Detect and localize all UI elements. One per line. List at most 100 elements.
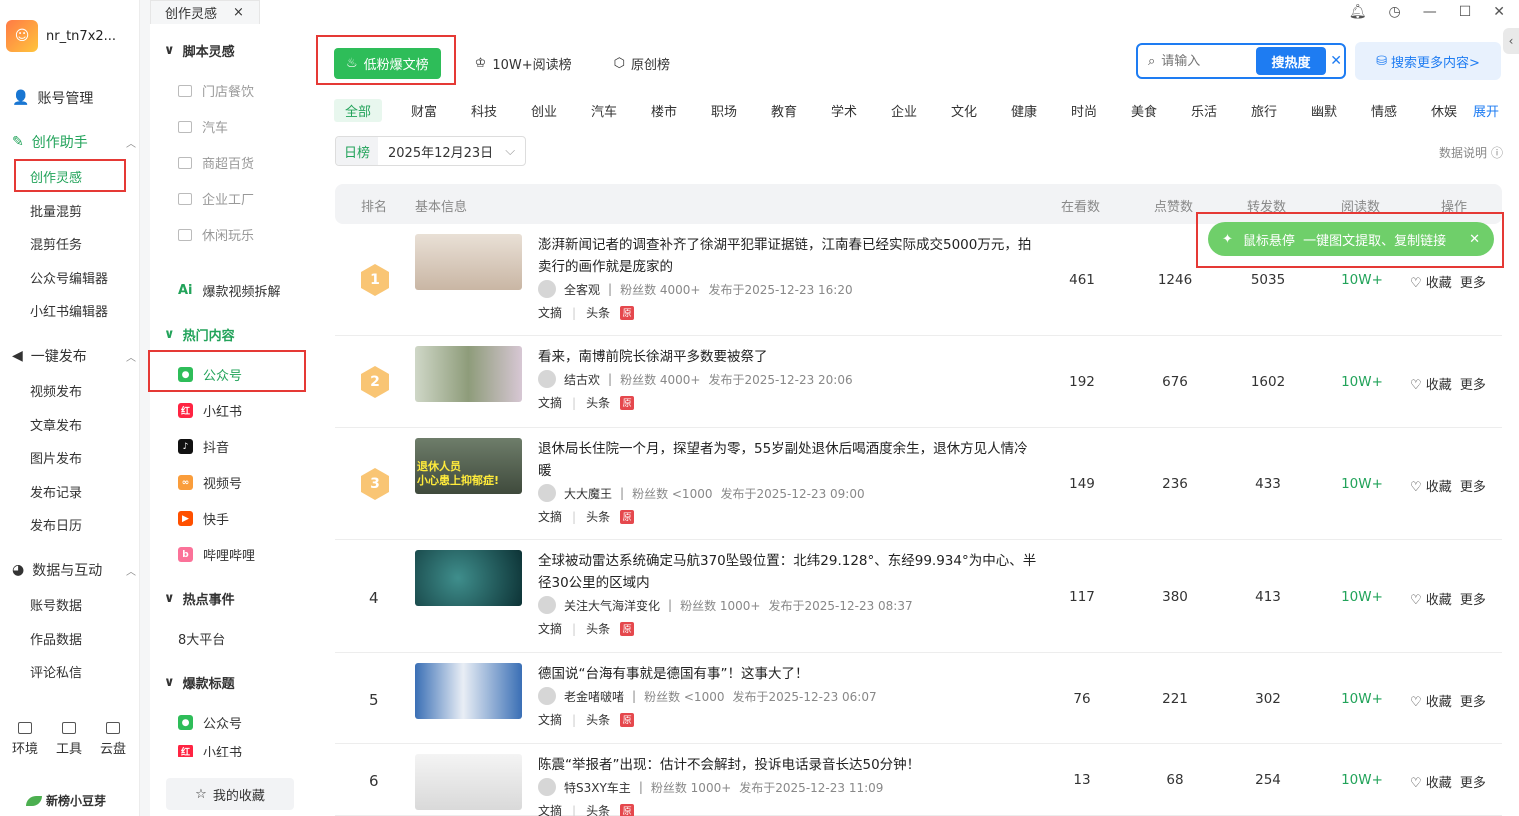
search-input[interactable] [1161, 53, 1272, 69]
script-item[interactable]: 商超百货 [178, 153, 254, 172]
category-10[interactable]: 文化 [934, 99, 994, 122]
author-avatar[interactable] [538, 484, 556, 502]
script-item[interactable]: 休闲玩乐 [178, 225, 254, 244]
category-0[interactable]: 全部 [334, 99, 382, 122]
nav-account[interactable]: 👤 账号管理 [12, 88, 136, 108]
author-name[interactable]: 结古欢 [564, 371, 600, 388]
section-hot[interactable]: ∨ 热门内容 [164, 325, 235, 344]
article-title[interactable]: 看来，南博前院长徐湖平多数要被祭了 [538, 346, 1038, 368]
my-favorites-button[interactable]: ☆ 我的收藏 [166, 778, 294, 810]
data-explanation[interactable]: 数据说明 ⓘ [1439, 144, 1503, 161]
category-15[interactable]: 旅行 [1234, 99, 1294, 122]
category-11[interactable]: 健康 [994, 99, 1054, 122]
tab-inspiration[interactable]: 创作灵感 × [150, 0, 260, 24]
author-name[interactable]: 大大魔王 [564, 485, 612, 502]
more-button[interactable]: 更多 [1460, 772, 1486, 791]
author-avatar[interactable] [538, 778, 556, 796]
favorite-button[interactable]: ♡ 收藏 [1410, 476, 1452, 495]
article-thumbnail[interactable]: 退休人员 小心患上抑郁症! [415, 438, 522, 494]
hot-item-xhs[interactable]: 红小红书 [178, 401, 242, 420]
category-6[interactable]: 职场 [694, 99, 754, 122]
tool-tools[interactable]: 工具 [56, 722, 82, 757]
category-2[interactable]: 科技 [454, 99, 514, 122]
th-watch[interactable]: 在看数 [1061, 196, 1100, 215]
nav-item-wechat-editor[interactable]: 公众号编辑器 [30, 268, 108, 287]
close-icon[interactable]: × [233, 5, 244, 20]
more-button[interactable]: 更多 [1460, 374, 1486, 393]
titles-item-wechat[interactable]: ● 公众号 [178, 713, 242, 732]
category-1[interactable]: 财富 [394, 99, 454, 122]
author-avatar[interactable] [538, 280, 556, 298]
favorite-button[interactable]: ♡ 收藏 [1410, 772, 1452, 791]
tab-original[interactable]: ⬡ 原创榜 [614, 54, 670, 73]
favorite-button[interactable]: ♡ 收藏 [1410, 374, 1452, 393]
hot-item-kuaishou[interactable]: ▶ 快手 [178, 509, 229, 528]
author-name[interactable]: 特S3XY车主 [564, 779, 631, 796]
author-avatar[interactable] [538, 687, 556, 705]
section-titles[interactable]: ∨ 爆款标题 [164, 673, 235, 692]
article-thumbnail[interactable] [415, 234, 522, 290]
avatar[interactable]: ☺ [6, 20, 38, 52]
nav-item-image-publish[interactable]: 图片发布 [30, 448, 82, 467]
table-row[interactable]: 5 德国说“台海有事就是德国有事”！这事大了！ 老金啫啵啫 | 粉丝数 <100… [335, 653, 1502, 744]
clock-icon[interactable]: ◷ [1388, 4, 1400, 20]
category-14[interactable]: 乐活 [1174, 99, 1234, 122]
date-selector[interactable]: 日榜 2025年12月23日 ⌵ [335, 136, 527, 166]
favorite-button[interactable]: ♡ 收藏 [1410, 691, 1452, 710]
section-events[interactable]: ∨ 热点事件 [164, 589, 235, 608]
category-16[interactable]: 幽默 [1294, 99, 1354, 122]
more-button[interactable]: 更多 [1460, 589, 1486, 608]
nav-data[interactable]: ◕ 数据与互动 ︿ [12, 560, 136, 580]
tool-environment[interactable]: 环境 [12, 722, 38, 757]
bell-icon[interactable]: 🔔︎ [1349, 4, 1367, 20]
events-item[interactable]: 8大平台 [178, 629, 225, 648]
hot-item-bilibili[interactable]: b 哔哩哔哩 [178, 545, 255, 564]
nav-item-publish-calendar[interactable]: 发布日历 [30, 515, 82, 534]
article-title[interactable]: 德国说“台海有事就是德国有事”！这事大了！ [538, 663, 1038, 685]
date-value[interactable]: 2025年12月23日 ⌵ [378, 137, 525, 165]
category-4[interactable]: 汽车 [574, 99, 634, 122]
author-avatar[interactable] [538, 370, 556, 388]
script-item[interactable]: 门店餐饮 [178, 81, 254, 100]
profile[interactable]: ☺ nr_tn7x2... [6, 20, 116, 52]
more-button[interactable]: 更多 [1460, 691, 1486, 710]
author-avatar[interactable] [538, 596, 556, 614]
nav-item-account-data[interactable]: 账号数据 [30, 595, 82, 614]
titles-item-xhs[interactable]: 红小红书 [178, 745, 242, 757]
category-12[interactable]: 时尚 [1054, 99, 1114, 122]
category-17[interactable]: 情感 [1354, 99, 1414, 122]
period-label[interactable]: 日榜 [336, 137, 379, 165]
article-title[interactable]: 澎湃新闻记者的调查补齐了徐湖平犯罪证据链，江南春已经实际成交5000万元，拍卖行… [538, 234, 1038, 278]
more-button[interactable]: 更多 [1460, 272, 1486, 291]
script-item[interactable]: 企业工厂 [178, 189, 254, 208]
nav-item-batch-mix[interactable]: 批量混剪 [30, 201, 82, 220]
nav-item-mix-tasks[interactable]: 混剪任务 [30, 234, 82, 253]
close-window-icon[interactable]: ✕ [1493, 4, 1505, 20]
hot-item-channels[interactable]: ∞ 视频号 [178, 473, 242, 492]
nav-item-comments[interactable]: 评论私信 [30, 662, 82, 681]
search-more-button[interactable]: ⛁ 搜索更多内容> [1355, 42, 1501, 80]
section-script[interactable]: ∨ 脚本灵感 [164, 41, 235, 60]
table-row[interactable]: 2 看来，南博前院长徐湖平多数要被祭了 结古欢 | 粉丝数 4000+ 发布于2… [335, 336, 1502, 428]
favorite-button[interactable]: ♡ 收藏 [1410, 589, 1452, 608]
tab-10w-reads[interactable]: ♔ 10W+阅读榜 [475, 54, 572, 73]
author-name[interactable]: 关注大气海洋变化 [564, 597, 660, 614]
category-7[interactable]: 教育 [754, 99, 814, 122]
author-name[interactable]: 老金啫啵啫 [564, 688, 624, 705]
more-button[interactable]: 更多 [1460, 476, 1486, 495]
table-row[interactable]: 4 全球被动雷达系统确定马航370坠毁位置：北纬29.128°、东经99.934… [335, 540, 1502, 653]
article-thumbnail[interactable] [415, 550, 522, 606]
nav-item-xhs-editor[interactable]: 小红书编辑器 [30, 301, 108, 320]
author-name[interactable]: 全客观 [564, 281, 600, 298]
maximize-icon[interactable]: ☐ [1459, 4, 1472, 20]
nav-publish[interactable]: ◀ 一键发布 ︿ [12, 346, 136, 366]
expand-categories[interactable]: 展开 [1473, 101, 1499, 120]
category-3[interactable]: 创业 [514, 99, 574, 122]
nav-item-publish-records[interactable]: 发布记录 [30, 482, 82, 501]
category-5[interactable]: 楼市 [634, 99, 694, 122]
tool-cloud[interactable]: 云盘 [100, 722, 126, 757]
search-heat-button[interactable]: 搜热度 [1256, 47, 1326, 75]
collapse-panel-icon[interactable]: ‹ [1503, 28, 1519, 54]
nav-creation[interactable]: ✎ 创作助手 ︿ [12, 132, 136, 152]
hot-item-douyin[interactable]: ♪ 抖音 [178, 437, 229, 456]
